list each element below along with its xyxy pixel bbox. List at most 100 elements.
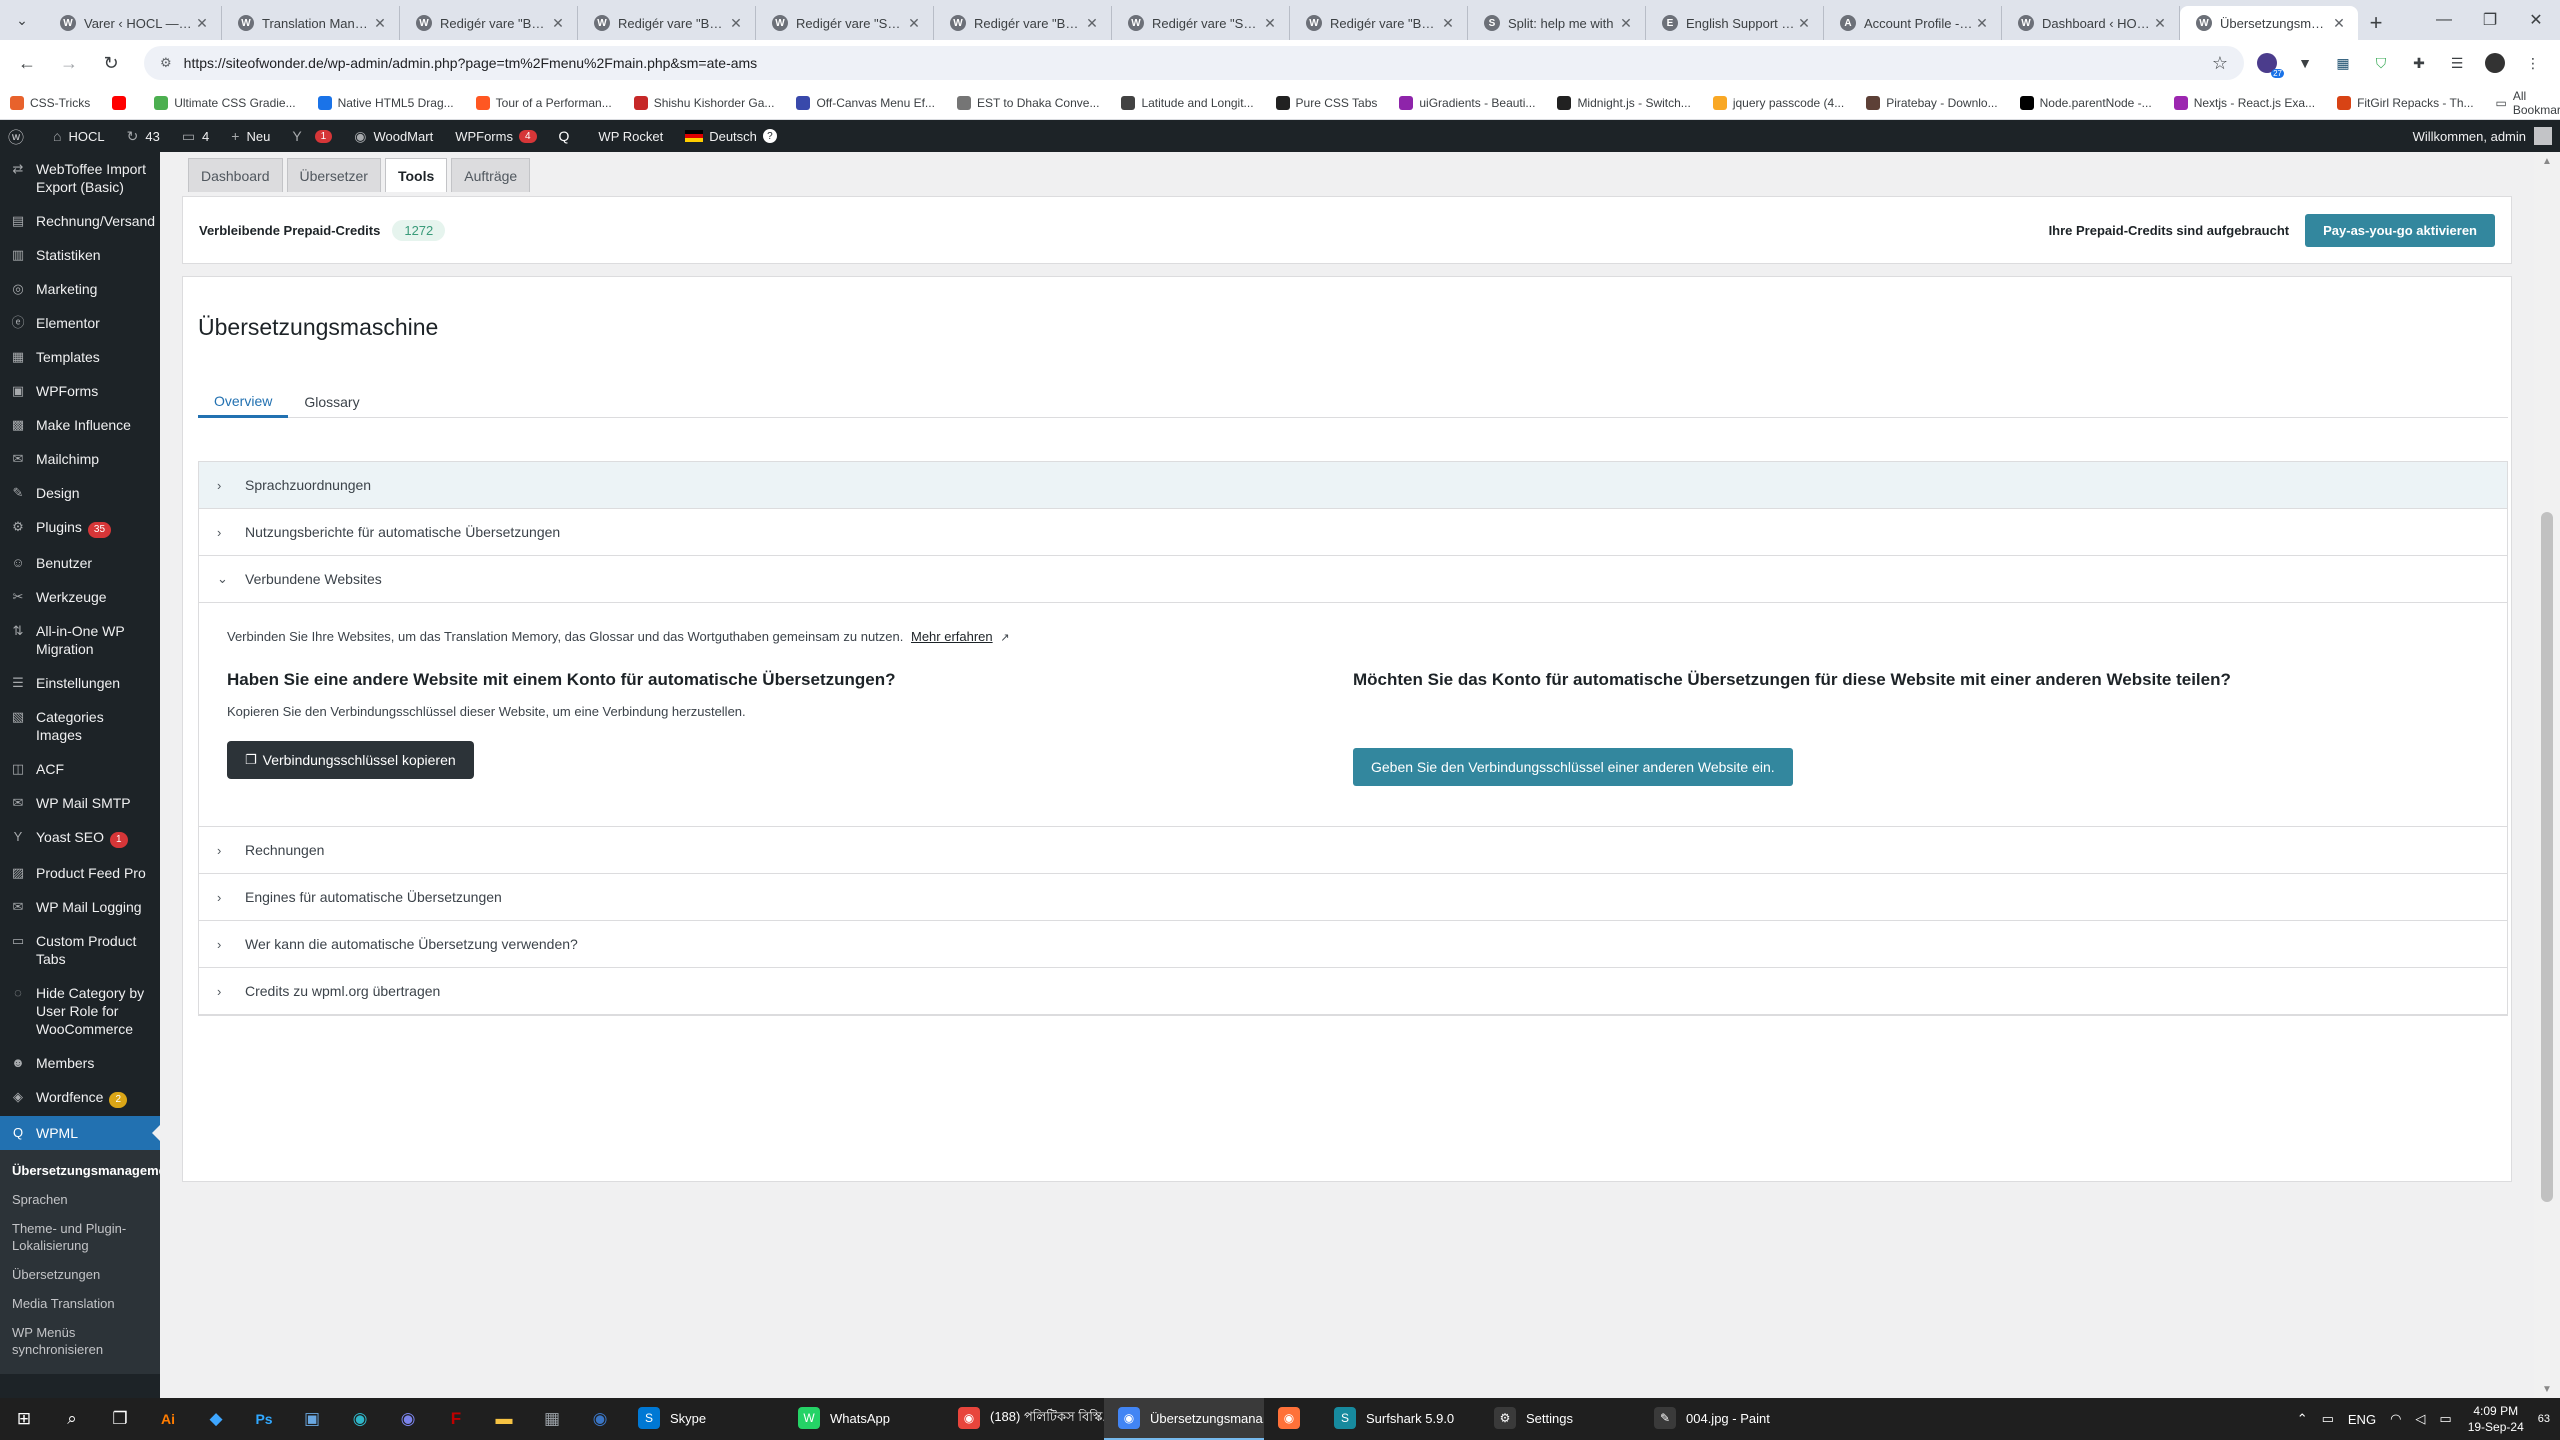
tab-close-icon[interactable]: ✕	[1261, 15, 1279, 32]
sidebar-item[interactable]: ✎ Design	[0, 476, 160, 510]
task-view-icon[interactable]: ❐	[96, 1398, 144, 1440]
notification-badge[interactable]: 63	[2538, 1413, 2550, 1425]
tab-search-icon[interactable]: ⌄	[0, 0, 44, 40]
browser-tab[interactable]: W Redigér vare "Spray ✕	[756, 6, 934, 40]
sidebar-item[interactable]: ▣ WPForms	[0, 374, 160, 408]
tab-close-icon[interactable]: ✕	[2330, 15, 2348, 32]
wpml-submenu-item[interactable]: WP Menüs synchronisieren	[0, 1318, 160, 1364]
tab-3[interactable]: Aufträge	[451, 158, 531, 192]
new-tab-button[interactable]: +	[2358, 6, 2394, 40]
clock[interactable]: 4:09 PM 19-Sep-24	[2468, 1403, 2524, 1435]
sidebar-item[interactable]: ⚙ Plugins 35	[0, 510, 160, 546]
browser-tab[interactable]: W Translation Manage ✕	[222, 6, 400, 40]
language-indicator[interactable]: ENG	[2348, 1412, 2376, 1427]
bookmark-item[interactable]	[112, 95, 132, 110]
browser-tab[interactable]: S Split: help me with ✕	[1468, 6, 1646, 40]
calculator-icon[interactable]: ▦	[528, 1398, 576, 1440]
sidebar-item[interactable]: ◈ Wordfence 2	[0, 1080, 160, 1116]
tab-2[interactable]: Tools	[384, 158, 448, 192]
wifi-icon[interactable]: ◠	[2390, 1411, 2401, 1427]
tab-1[interactable]: Übersetzer	[286, 158, 381, 192]
sidebar-item[interactable]: Y Yoast SEO 1	[0, 820, 160, 856]
wpml-submenu-item[interactable]: Theme- und Plugin-Lokalisierung	[0, 1214, 160, 1260]
accordion-verbundene-websites[interactable]: ⌄ Verbundene Websites	[199, 556, 2507, 603]
taskbar-app[interactable]: ◉ Übersetzungsmana...	[1104, 1398, 1264, 1440]
reload-icon[interactable]: ↻	[94, 46, 128, 80]
sidebar-item[interactable]: ✂ Werkzeuge	[0, 580, 160, 614]
edge-icon[interactable]: ◉	[336, 1398, 384, 1440]
accordion-item[interactable]: › Rechnungen	[199, 827, 2507, 874]
photoshop-icon[interactable]: Ps	[240, 1398, 288, 1440]
bookmark-item[interactable]: CSS-Tricks	[10, 95, 90, 110]
browser-tab[interactable]: W Redigér vare "Bug A ✕	[1290, 6, 1468, 40]
illustrator-icon[interactable]: Ai	[144, 1398, 192, 1440]
subtab-0[interactable]: Overview	[198, 386, 289, 418]
site-info-icon[interactable]: ⚙	[160, 55, 172, 71]
sidebar-item[interactable]: ✉ WP Mail Logging	[0, 890, 160, 924]
tab-close-icon[interactable]: ✕	[1617, 15, 1635, 32]
shield-extension-icon[interactable]: ⛉	[2366, 48, 2396, 78]
vpn-extension-icon[interactable]: ▼	[2290, 48, 2320, 78]
taskbar-app[interactable]: ◉	[1264, 1398, 1320, 1440]
browser-tab[interactable]: W Redigér vare "Bug A ✕	[934, 6, 1112, 40]
admin-bar-language[interactable]: Deutsch?	[685, 129, 777, 144]
search-icon[interactable]: ⌕	[48, 1398, 96, 1440]
accordion-item[interactable]: › Sprachzuordnungen	[199, 462, 2507, 509]
tab-close-icon[interactable]: ✕	[549, 15, 567, 32]
sidebar-item[interactable]: ✉ Mailchimp	[0, 442, 160, 476]
all-bookmarks-button[interactable]: ▭ All Bookmarks	[2496, 89, 2560, 117]
browser-tab[interactable]: W Redigér vare "Bug A ✕	[578, 6, 756, 40]
bookmark-item[interactable]: Midnight.js - Switch...	[1557, 95, 1691, 110]
bookmark-item[interactable]: Node.parentNode -...	[2019, 95, 2152, 110]
admin-bar-account[interactable]: Willkommen, admin	[2413, 127, 2552, 145]
taskbar-app[interactable]: ⚙ Settings	[1480, 1398, 1640, 1440]
tab-close-icon[interactable]: ✕	[1795, 15, 1813, 32]
bookmark-item[interactable]: Latitude and Longit...	[1121, 95, 1254, 110]
taskbar-app[interactable]: W WhatsApp	[784, 1398, 944, 1440]
sidebar-item[interactable]: ▥ Statistiken	[0, 238, 160, 272]
volume-icon[interactable]: ◁	[2415, 1411, 2425, 1427]
sidebar-item[interactable]: ⓔ Elementor	[0, 306, 160, 340]
tab-close-icon[interactable]: ✕	[1083, 15, 1101, 32]
forward-icon[interactable]: →	[52, 46, 86, 80]
monitor-app-icon[interactable]: ▣	[288, 1398, 336, 1440]
copy-key-button[interactable]: ❐ Verbindungsschlüssel kopieren	[227, 741, 474, 779]
accordion-item[interactable]: › Engines für automatische Übersetzungen	[199, 874, 2507, 921]
network-icon[interactable]: ▭	[2322, 1411, 2334, 1427]
wpml-submenu-item[interactable]: Übersetzungen	[0, 1260, 160, 1289]
admin-bar-wpml[interactable]: Q	[559, 128, 577, 144]
tab-close-icon[interactable]: ✕	[905, 15, 923, 32]
sidebar-item[interactable]: ⇅ All-in-One WP Migration	[0, 614, 160, 666]
bookmark-item[interactable]: Piratebay - Downlo...	[1866, 95, 1998, 110]
wpml-submenu-item[interactable]: Sprachen	[0, 1185, 160, 1214]
sidebar-item[interactable]: ☰ Einstellungen	[0, 666, 160, 700]
wordpress-logo-icon[interactable]: ⓦ	[8, 124, 31, 148]
tab-0[interactable]: Dashboard	[188, 158, 283, 192]
bookmark-item[interactable]: Ultimate CSS Gradie...	[154, 95, 296, 110]
subtab-1[interactable]: Glossary	[288, 386, 375, 418]
sidebar-item[interactable]: ▦ Templates	[0, 340, 160, 374]
taskbar-app[interactable]: S Skype	[624, 1398, 784, 1440]
taskbar-app[interactable]: ◉ (188) পলিটিকস বিস্কি...	[944, 1398, 1104, 1440]
bookmark-item[interactable]: Shishu Kishorder Ga...	[633, 95, 774, 110]
scroll-up-icon[interactable]: ▲	[2534, 152, 2560, 170]
url-input[interactable]: ⚙ https://siteofwonder.de/wp-admin/admin…	[144, 46, 2244, 80]
browser-tab[interactable]: W Dashboard ‹ HOCL ✕	[2002, 6, 2180, 40]
sidebar-item[interactable]: ◌ Hide Category by User Role for WooComme…	[0, 976, 160, 1046]
window-close-icon[interactable]: ✕	[2508, 0, 2560, 40]
browser-tab[interactable]: W Redigér vare "Bug A ✕	[400, 6, 578, 40]
admin-bar-new[interactable]: + Neu	[231, 128, 270, 144]
admin-bar-wpforms[interactable]: WPForms 4	[455, 129, 537, 144]
accordion-item[interactable]: › Nutzungsberichte für automatische Übers…	[199, 509, 2507, 556]
tab-close-icon[interactable]: ✕	[1439, 15, 1457, 32]
tab-close-icon[interactable]: ✕	[2151, 15, 2169, 32]
extension-icon[interactable]: 27	[2252, 48, 2284, 78]
sidebar-item[interactable]: ☺ Benutzer	[0, 546, 160, 580]
accordion-item[interactable]: › Wer kann die automatische Übersetzung v…	[199, 921, 2507, 968]
bookmark-item[interactable]: FitGirl Repacks - Th...	[2337, 95, 2474, 110]
browser-tab[interactable]: W Redigér vare "Spray ✕	[1112, 6, 1290, 40]
qr-extension-icon[interactable]: ▦	[2328, 48, 2358, 78]
bookmark-item[interactable]: Nextjs - React.js Exa...	[2173, 95, 2315, 110]
sidebar-item[interactable]: ▭ Custom Product Tabs	[0, 924, 160, 976]
browser-menu-icon[interactable]: ⋮	[2518, 48, 2548, 78]
